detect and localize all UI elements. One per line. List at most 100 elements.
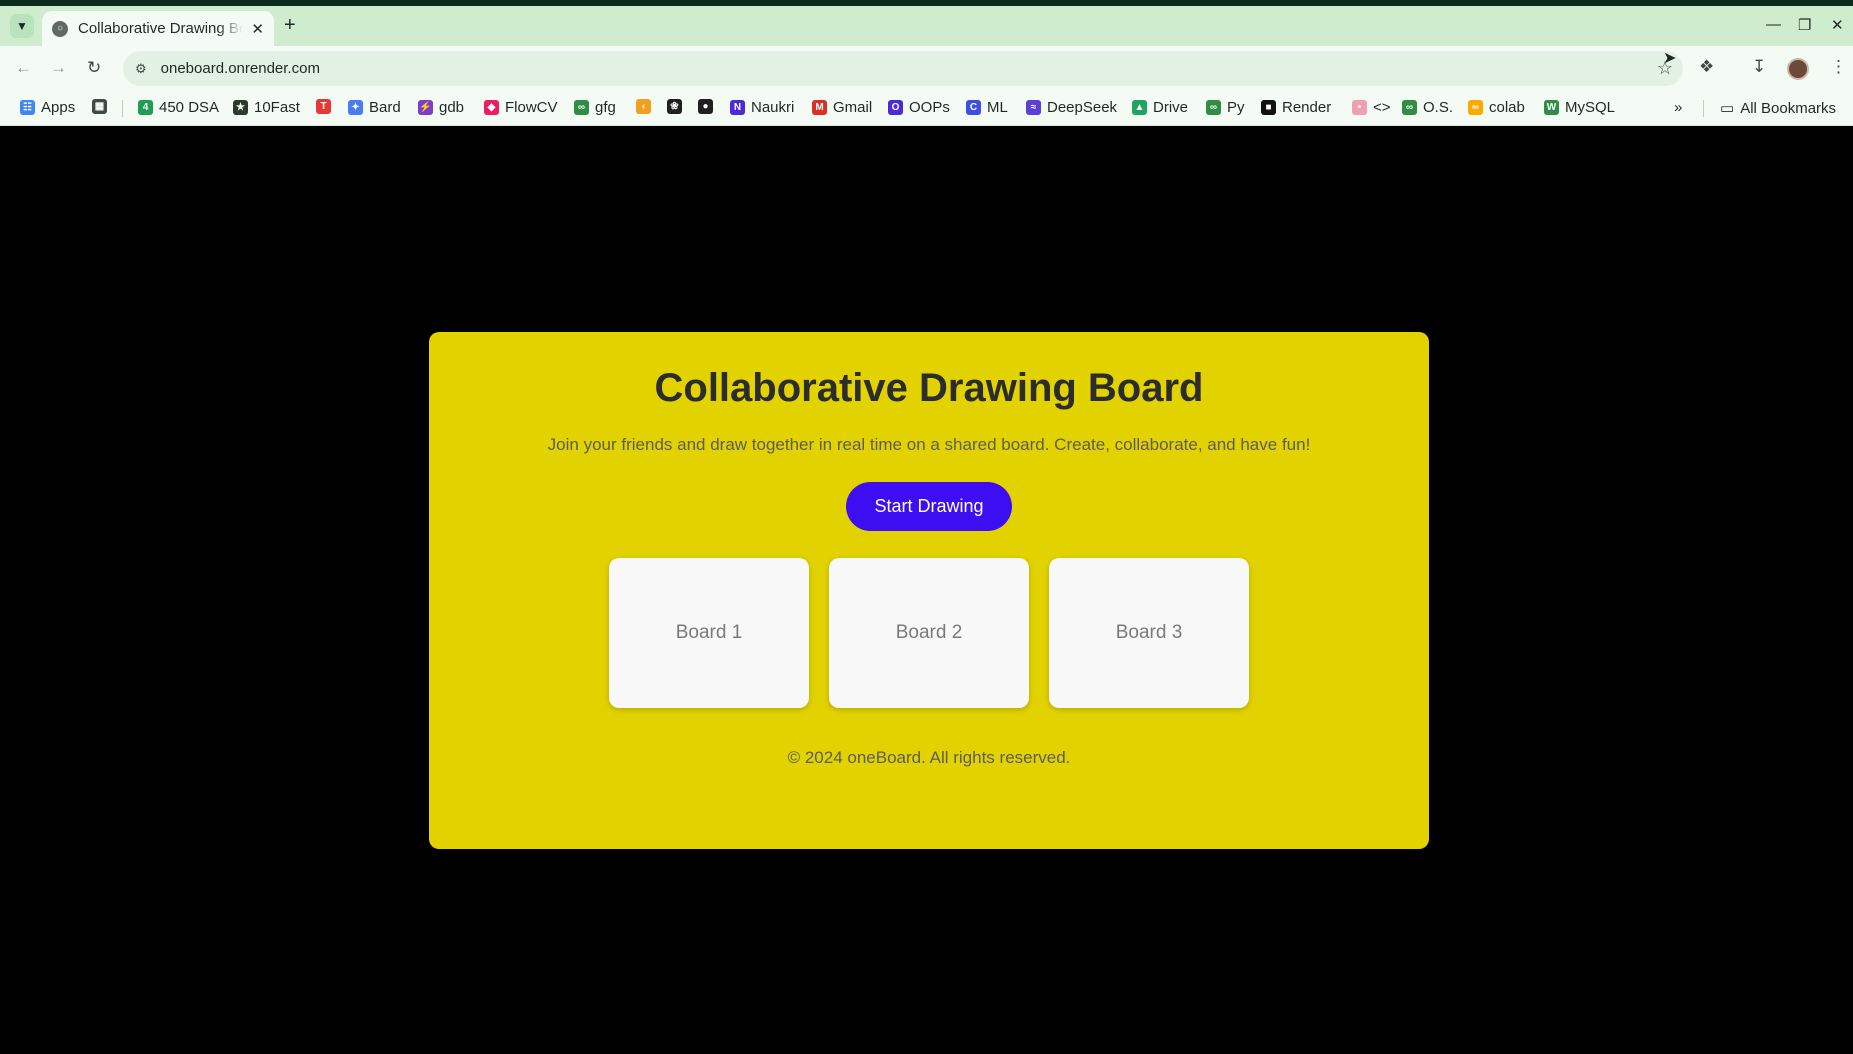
- window-close-icon[interactable]: ✕: [1831, 16, 1844, 34]
- 10fast-icon: ★: [233, 100, 248, 115]
- bookmark-naukri[interactable]: N Naukri: [730, 99, 794, 116]
- board-card-1[interactable]: Board 1: [609, 558, 809, 708]
- start-drawing-button[interactable]: Start Drawing: [846, 482, 1012, 531]
- naukri-icon: N: [730, 100, 745, 115]
- bookmark-label: 450 DSA: [159, 99, 220, 116]
- tab-active[interactable]: ○ Collaborative Drawing Board ✕: [42, 11, 274, 46]
- bookmark-label: Drive: [1153, 99, 1189, 116]
- colab-icon: ∞: [1468, 100, 1483, 115]
- bookmark-tuf[interactable]: T: [316, 99, 337, 114]
- bookmark-separator: [1703, 100, 1704, 117]
- mouse-cursor-icon: ➤: [1663, 50, 1677, 67]
- reload-icon[interactable]: ↻: [87, 58, 101, 78]
- restore-icon[interactable]: ❐: [1798, 16, 1811, 34]
- bookmark-label: colab: [1489, 99, 1525, 116]
- bookmark-label: OOPs: [909, 99, 950, 116]
- bookmark-item[interactable]: • <>: [1352, 99, 1391, 116]
- mysql-icon: W: [1544, 100, 1559, 115]
- render-icon: ■: [1261, 100, 1276, 115]
- bookmark-colab[interactable]: ∞ colab: [1468, 99, 1525, 116]
- tab-title: Collaborative Drawing Board: [78, 20, 243, 37]
- bookmark-mysql[interactable]: W MySQL: [1544, 99, 1615, 116]
- bookmark-label: ML: [987, 99, 1008, 116]
- oops-icon: O: [888, 100, 903, 115]
- bookmark-separator: [122, 100, 123, 117]
- bookmark-chatgpt[interactable]: ❀: [667, 99, 688, 114]
- bookmark-gdb[interactable]: ⚡ gdb: [418, 99, 464, 116]
- extensions-icon[interactable]: ❖: [1699, 57, 1714, 77]
- drive-icon: ▲: [1132, 100, 1147, 115]
- bookmark-render[interactable]: ■ Render: [1261, 99, 1331, 116]
- ml-icon: C: [966, 100, 981, 115]
- bookmark-label: Render: [1282, 99, 1332, 116]
- tab-close-icon[interactable]: ✕: [251, 20, 264, 38]
- url-text[interactable]: oneboard.onrender.com: [161, 60, 320, 77]
- tab-groups-icon: ▦: [92, 99, 107, 114]
- bookmarks-bar: ☷ Apps ▦ 4 450 DSA ★ 10Fast T ✦ Bard ⚡ gdb ◆ FlowCV ∞ g…: [0, 91, 1853, 126]
- chatgpt-icon: ❀: [667, 99, 682, 114]
- bookmark-bard[interactable]: ✦ Bard: [348, 99, 401, 116]
- site-info-icon[interactable]: ⚙: [135, 61, 147, 77]
- bookmark-10fast[interactable]: ★ 10Fast: [233, 99, 300, 116]
- apps-grid-icon: ☷: [20, 100, 35, 115]
- bookmark-gfg[interactable]: ∞ gfg: [574, 99, 616, 116]
- code-icon: •: [1352, 100, 1367, 115]
- bookmark-deepseek[interactable]: ≈ DeepSeek: [1026, 99, 1117, 116]
- bookmark-leetcode[interactable]: ‹: [636, 99, 657, 114]
- download-icon[interactable]: ↧: [1752, 57, 1766, 77]
- gmail-icon: M: [812, 100, 827, 115]
- bookmark-450-dsa[interactable]: 4 450 DSA: [138, 99, 219, 116]
- bookmark-label: MySQL: [1565, 99, 1616, 116]
- bookmark-label: O.S.: [1423, 99, 1454, 116]
- address-bar[interactable]: ⚙ oneboard.onrender.com ☆: [123, 51, 1683, 86]
- gfg-icon: ∞: [574, 100, 589, 115]
- all-bookmarks-button[interactable]: ▭ All Bookmarks: [1720, 99, 1837, 118]
- tab-search-icon[interactable]: ▼: [10, 14, 34, 38]
- bookmark-gmail[interactable]: M Gmail: [812, 99, 872, 116]
- deepseek-icon: ≈: [1026, 100, 1041, 115]
- forward-icon[interactable]: →: [50, 58, 67, 78]
- page-content: Collaborative Drawing Board Join your fr…: [0, 127, 1853, 1054]
- profile-avatar[interactable]: [1787, 58, 1809, 80]
- bookmark-label: DeepSeek: [1047, 99, 1118, 116]
- bard-icon: ✦: [348, 100, 363, 115]
- menu-icon[interactable]: ⋮: [1830, 57, 1847, 77]
- bookmark-label: gdb: [439, 99, 465, 116]
- bookmark-label: gfg: [595, 99, 616, 116]
- bookmark-oops[interactable]: O OOPs: [888, 99, 950, 116]
- bookmark-py[interactable]: ∞ Py: [1206, 99, 1245, 116]
- bookmark-label: 10Fast: [254, 99, 300, 116]
- os-icon: ∞: [1402, 100, 1417, 115]
- bookmark-label: Naukri: [751, 99, 795, 116]
- bookmark-label: Py: [1227, 99, 1245, 116]
- bookmark-label: Apps: [41, 99, 76, 116]
- flowcv-icon: ◆: [484, 100, 499, 115]
- bookmark-github[interactable]: ●: [698, 99, 719, 114]
- bookmark-label: Bard: [369, 99, 401, 116]
- gdb-icon: ⚡: [418, 100, 433, 115]
- board-card-2[interactable]: Board 2: [829, 558, 1029, 708]
- bookmark-o-s[interactable]: ∞ O.S.: [1402, 99, 1453, 116]
- bookmark-label: FlowCV: [505, 99, 558, 116]
- all-bookmarks-label: All Bookmarks: [1740, 99, 1837, 117]
- leetcode-icon: ‹: [636, 99, 651, 114]
- back-icon[interactable]: ←: [15, 58, 32, 78]
- bookmark-tab-groups[interactable]: ▦: [92, 99, 113, 114]
- new-tab-button[interactable]: +: [284, 14, 296, 37]
- bookmark-label: <>: [1373, 99, 1391, 116]
- folder-icon: ▭: [1720, 100, 1735, 117]
- more-bookmarks-button[interactable]: »: [1674, 99, 1682, 116]
- bookmark-flowcv[interactable]: ◆ FlowCV: [484, 99, 558, 116]
- page-subtitle: Join your friends and draw together in r…: [547, 435, 1311, 454]
- boards-list: Board 1 Board 2 Board 3: [609, 558, 1249, 708]
- py-icon: ∞: [1206, 100, 1221, 115]
- bookmark-ml[interactable]: C ML: [966, 99, 1008, 116]
- dsa-icon: 4: [138, 100, 153, 115]
- bookmark-apps[interactable]: ☷ Apps: [20, 99, 75, 116]
- tab-strip: ▼ ○ Collaborative Drawing Board ✕ + — ❐ …: [0, 6, 1853, 46]
- bookmark-drive[interactable]: ▲ Drive: [1132, 99, 1188, 116]
- minimize-icon[interactable]: —: [1766, 16, 1781, 33]
- board-card-3[interactable]: Board 3: [1049, 558, 1249, 708]
- hero-card: Collaborative Drawing Board Join your fr…: [429, 332, 1429, 849]
- bookmark-label: Gmail: [833, 99, 873, 116]
